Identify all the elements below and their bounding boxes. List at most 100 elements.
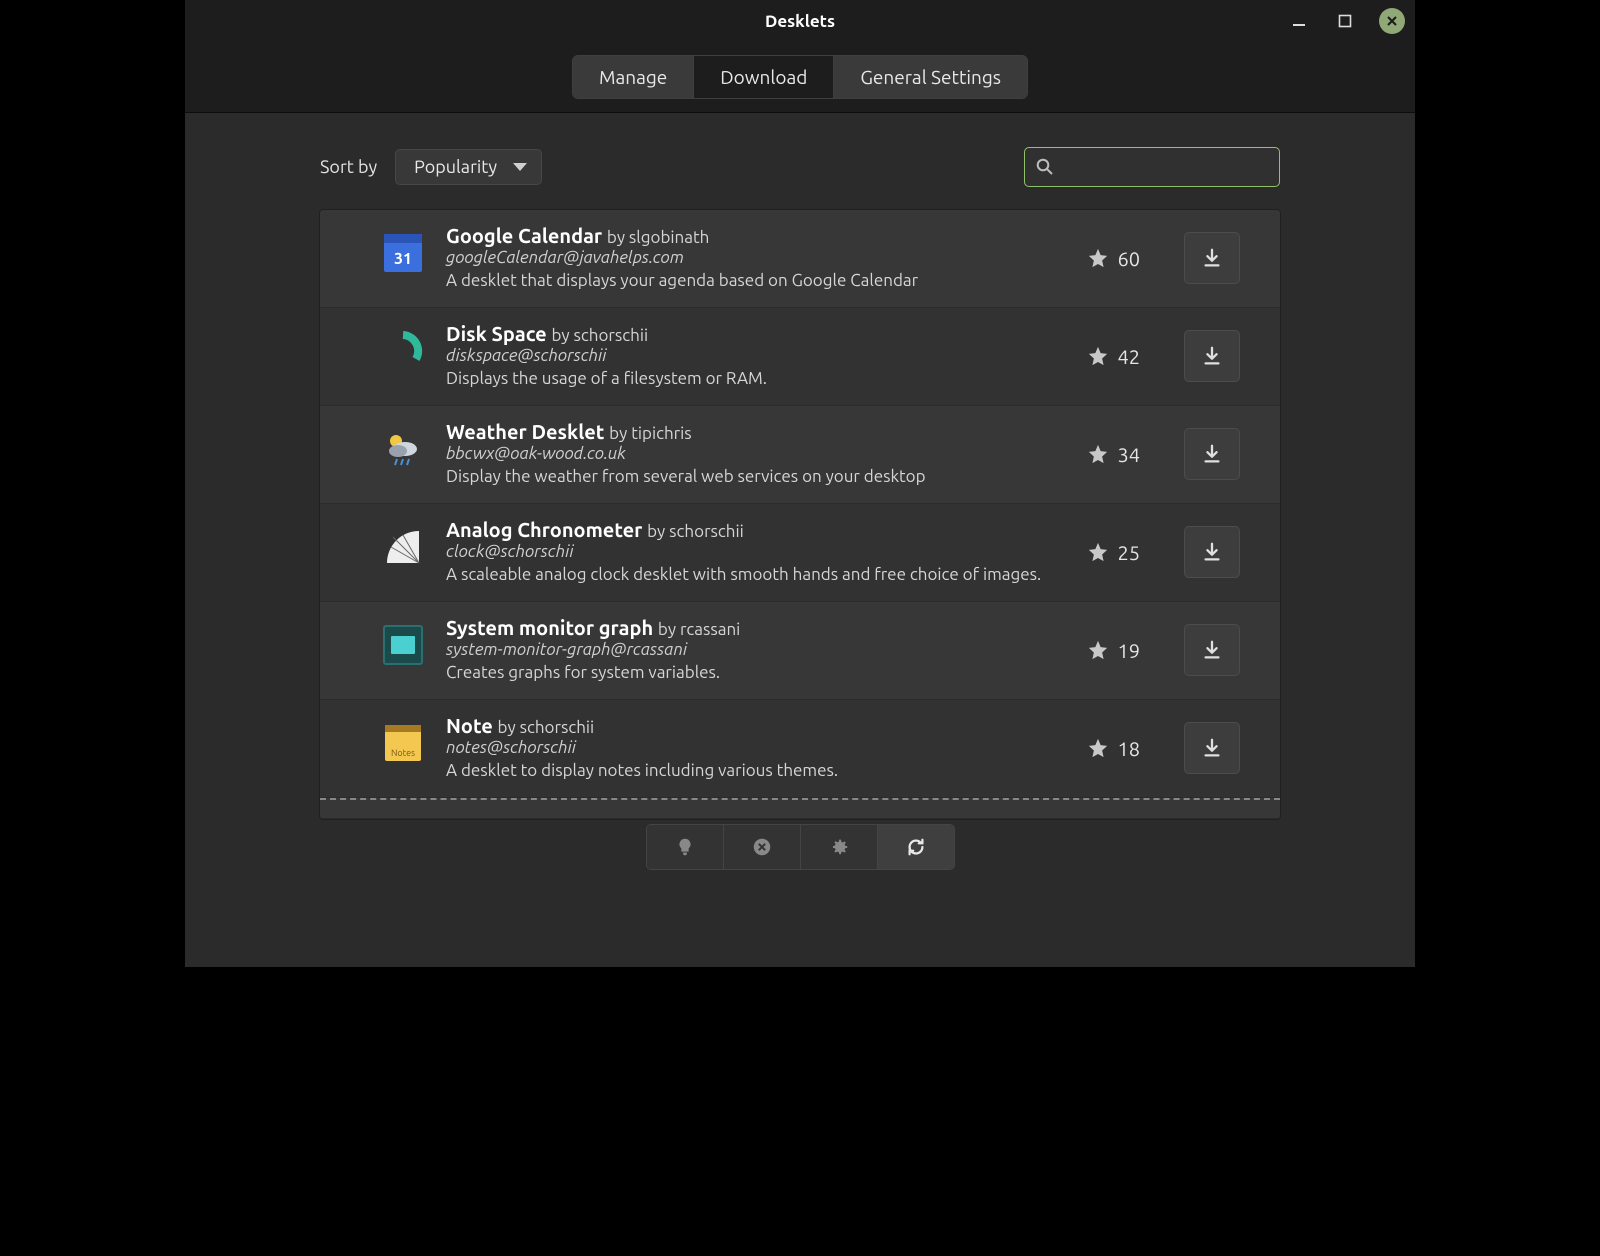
item-info: Analog Chronometer by schorschii clock@s… [446, 518, 1050, 587]
tab-manage[interactable]: Manage [573, 56, 694, 98]
item-desc: Display the weather from several web ser… [446, 466, 1050, 489]
desklet-list: 31 Google Calendar by slgobinath googleC… [319, 209, 1281, 820]
item-id: diskspace@schorschii [446, 346, 1050, 365]
download-icon [1201, 247, 1223, 269]
minimize-button[interactable] [1287, 9, 1311, 33]
refresh-icon [905, 836, 927, 858]
item-name: Weather Desklet [446, 420, 604, 443]
sort-control: Sort by Popularity [320, 149, 542, 185]
item-author: schorschii [669, 522, 744, 541]
star-icon [1087, 737, 1109, 759]
item-author: slgobinath [629, 228, 709, 247]
bottom-toolbar [320, 820, 1280, 884]
list-item[interactable]: Weather Desklet by tipichris bbcwx@oak-w… [320, 406, 1280, 504]
search-icon [1035, 157, 1055, 177]
controls-row: Sort by Popularity [320, 147, 1280, 187]
download-button[interactable] [1184, 428, 1240, 480]
item-info: Disk Space by schorschii diskspace@schor… [446, 322, 1050, 391]
item-name: System monitor graph [446, 616, 653, 639]
item-desc: A desklet that displays your agenda base… [446, 270, 1050, 293]
download-button[interactable] [1184, 232, 1240, 284]
list-item[interactable]: 31 Google Calendar by slgobinath googleC… [320, 210, 1280, 308]
item-desc: Creates graphs for system variables. [446, 662, 1050, 685]
star-icon [1087, 541, 1109, 563]
item-id: system-monitor-graph@rcassani [446, 640, 1050, 659]
tab-group: Manage Download General Settings [572, 55, 1028, 99]
download-button[interactable] [1184, 624, 1240, 676]
close-button[interactable] [1379, 8, 1405, 34]
download-button[interactable] [1184, 526, 1240, 578]
item-id: clock@schorschii [446, 542, 1050, 561]
item-info: Weather Desklet by tipichris bbcwx@oak-w… [446, 420, 1050, 489]
settings-button[interactable] [801, 825, 878, 869]
star-icon [1087, 247, 1109, 269]
star-icon [1087, 639, 1109, 661]
item-desc: A scaleable analog clock desklet with sm… [446, 564, 1050, 587]
info-button[interactable] [647, 825, 724, 869]
disk-icon [380, 328, 426, 374]
tab-download[interactable]: Download [694, 56, 834, 98]
item-stars: 34 [1070, 443, 1140, 466]
note-icon: Notes [380, 720, 426, 766]
window-controls [1287, 0, 1405, 42]
chevron-down-icon [513, 163, 527, 171]
item-desc: A desklet to display notes including var… [446, 760, 1050, 783]
item-name: Disk Space [446, 322, 547, 345]
item-id: googleCalendar@javahelps.com [446, 248, 1050, 267]
list-item-cutoff [320, 798, 1280, 819]
refresh-button[interactable] [878, 825, 954, 869]
search-input[interactable] [1063, 157, 1274, 177]
list-item[interactable]: Analog Chronometer by schorschii clock@s… [320, 504, 1280, 602]
item-stars: 19 [1070, 639, 1140, 662]
download-icon [1201, 639, 1223, 661]
star-icon [1087, 443, 1109, 465]
list-item[interactable]: Notes Note by schorschii notes@schorschi… [320, 700, 1280, 798]
list-item[interactable]: Disk Space by schorschii diskspace@schor… [320, 308, 1280, 406]
list-item[interactable]: System monitor graph by rcassani system-… [320, 602, 1280, 700]
item-author: rcassani [680, 620, 740, 639]
download-icon [1201, 345, 1223, 367]
window-title: Desklets [765, 12, 835, 31]
item-stars: 25 [1070, 541, 1140, 564]
item-desc: Displays the usage of a filesystem or RA… [446, 368, 1050, 391]
lightbulb-icon [674, 836, 696, 858]
gear-icon [828, 836, 850, 858]
download-icon [1201, 541, 1223, 563]
item-info: Note by schorschii notes@schorschii A de… [446, 714, 1050, 783]
item-author: schorschii [520, 718, 595, 737]
sort-select[interactable]: Popularity [395, 149, 542, 185]
uninstall-button[interactable] [724, 825, 801, 869]
maximize-button[interactable] [1333, 9, 1357, 33]
item-stars: 18 [1070, 737, 1140, 760]
titlebar: Desklets [185, 0, 1415, 42]
item-stars: 60 [1070, 247, 1140, 270]
star-icon [1087, 345, 1109, 367]
item-author: tipichris [631, 424, 691, 443]
sort-value: Popularity [414, 157, 497, 177]
toolbar-group [646, 824, 955, 870]
monitor-icon [380, 622, 426, 668]
item-info: Google Calendar by slgobinath googleCale… [446, 224, 1050, 293]
sort-label: Sort by [320, 157, 377, 177]
item-stars: 42 [1070, 345, 1140, 368]
download-button[interactable] [1184, 330, 1240, 382]
search-box[interactable] [1024, 147, 1280, 187]
desklets-window: Desklets Manage Download General Setting… [185, 0, 1415, 967]
tab-general-settings[interactable]: General Settings [834, 56, 1027, 98]
download-button[interactable] [1184, 722, 1240, 774]
tab-bar: Manage Download General Settings [185, 42, 1415, 113]
weather-icon [380, 426, 426, 472]
download-icon [1201, 443, 1223, 465]
item-id: notes@schorschii [446, 738, 1050, 757]
close-circle-icon [751, 836, 773, 858]
calendar-icon: 31 [380, 230, 426, 276]
item-name: Note [446, 714, 493, 737]
item-id: bbcwx@oak-wood.co.uk [446, 444, 1050, 463]
item-name: Google Calendar [446, 224, 602, 247]
item-info: System monitor graph by rcassani system-… [446, 616, 1050, 685]
download-icon [1201, 737, 1223, 759]
item-author: schorschii [573, 326, 648, 345]
item-name: Analog Chronometer [446, 518, 642, 541]
content-area: Sort by Popularity 31 Google Calend [185, 113, 1415, 967]
clock-icon [380, 524, 426, 570]
